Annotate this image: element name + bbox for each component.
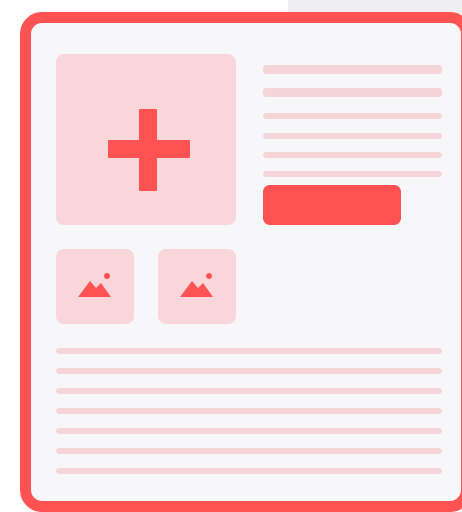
description-skeleton-line xyxy=(56,448,442,454)
plus-icon-bar xyxy=(108,140,190,158)
description-skeleton-line xyxy=(56,388,442,394)
text-skeleton-line xyxy=(263,171,442,177)
add-main-image-tile[interactable] xyxy=(56,54,236,225)
product-card xyxy=(20,12,462,512)
description-skeleton-line xyxy=(56,368,442,374)
thumbnail-tile[interactable] xyxy=(56,249,134,324)
description-skeleton-line xyxy=(56,468,442,474)
image-icon xyxy=(180,273,213,297)
description-skeleton-line xyxy=(56,408,442,414)
image-icon xyxy=(78,273,111,297)
primary-action-button[interactable] xyxy=(263,185,401,225)
title-skeleton-line xyxy=(263,88,442,97)
text-skeleton-line xyxy=(263,113,442,119)
description-skeleton-line xyxy=(56,348,442,354)
thumbnail-tile[interactable] xyxy=(158,249,236,324)
text-skeleton-line xyxy=(263,133,442,139)
title-skeleton-line xyxy=(263,65,442,74)
text-skeleton-line xyxy=(263,152,442,158)
description-skeleton-line xyxy=(56,428,442,434)
